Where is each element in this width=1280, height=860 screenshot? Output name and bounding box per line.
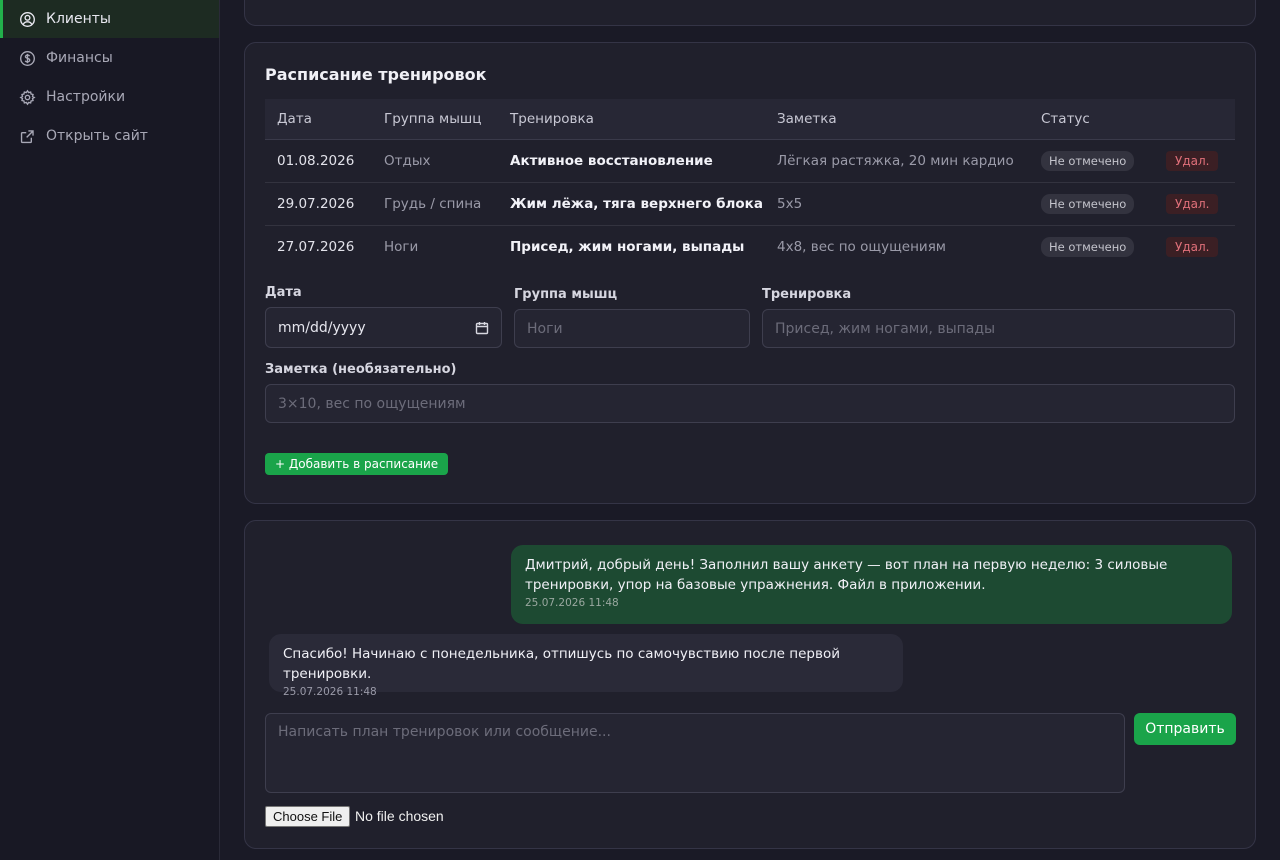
sidebar-item-clients[interactable]: Клиенты (0, 0, 219, 38)
add-to-schedule-button[interactable]: + Добавить в расписание (265, 453, 449, 475)
cell-actions: Удал. (1154, 225, 1235, 268)
schedule-card: Расписание тренировок Дата Группа мышц Т… (244, 42, 1256, 504)
status-badge[interactable]: Не отмечено (1041, 236, 1135, 257)
group-input[interactable] (514, 309, 750, 348)
delete-button[interactable]: Удал. (1166, 193, 1219, 214)
cell-note: 5x5 (765, 182, 1029, 226)
message-time: 25.07.2026 11:48 (525, 597, 619, 609)
message-text: Дмитрий, добрый день! Заполнил вашу анке… (525, 557, 1168, 593)
cell-workout: Присед, жим ногами, выпады (510, 238, 745, 255)
previous-card (244, 0, 1256, 26)
choose-file-button[interactable]: Choose File (265, 806, 351, 827)
cell-group: Отдых (372, 139, 498, 183)
table-header-row: Дата Группа мышц Тренировка Заметка Стат… (265, 99, 1235, 140)
note-label: Заметка (необязательно) (265, 362, 457, 377)
table-row: 29.07.2026 Грудь / спина Жим лёжа, тяга … (265, 182, 1235, 226)
cell-group: Грудь / спина (372, 182, 498, 226)
cell-workout: Жим лёжа, тяга верхнего блока (498, 182, 765, 226)
column-header-note: Заметка (765, 99, 1029, 140)
status-badge[interactable]: Не отмечено (1041, 150, 1135, 171)
message-time: 25.07.2026 11:48 (283, 686, 377, 698)
cell-group: Ноги (384, 238, 419, 255)
message-incoming: Спасибо! Начинаю с понедельника, отпишус… (269, 634, 903, 698)
cell-date: 29.07.2026 (265, 182, 372, 226)
date-label: Дата (265, 285, 302, 300)
table-row: 01.08.2026 Отдых Активное восстановление… (265, 139, 1235, 183)
sidebar-item-settings[interactable]: Настройки (0, 78, 219, 116)
delete-button[interactable]: Удал. (1166, 150, 1219, 171)
schedule-title: Расписание тренировок (265, 65, 487, 84)
sidebar-item-label: Открыть сайт (46, 128, 148, 144)
column-header-status: Статус (1029, 99, 1154, 140)
cell-actions: Удал. (1154, 182, 1235, 226)
column-header-group: Группа мышц (372, 99, 498, 140)
schedule-table: Дата Группа мышц Тренировка Заметка Стат… (265, 99, 1235, 268)
cell-note: 4x8, вес по ощущениям (777, 238, 946, 255)
user-circle-icon (20, 11, 35, 27)
workout-label: Тренировка (762, 287, 852, 302)
cell-status: Не отмечено (1029, 225, 1154, 268)
column-header-date: Дата (265, 99, 372, 140)
calendar-icon[interactable] (475, 321, 489, 335)
table-row: 27.07.2026 Ноги Присед, жим ногами, выпа… (265, 225, 1235, 268)
sidebar-item-label: Настройки (46, 89, 126, 105)
cell-status: Не отмечено (1029, 139, 1154, 183)
cell-note: Лёгкая растяжка, 20 мин кардио (765, 139, 1029, 183)
sidebar: Клиенты Финансы Настройки Открыть сайт (0, 0, 220, 860)
sidebar-item-open-site[interactable]: Открыть сайт (0, 117, 219, 155)
date-input-value: mm/dd/yyyy (278, 319, 366, 336)
send-button[interactable]: Отправить (1134, 713, 1236, 745)
sidebar-item-label: Клиенты (46, 11, 111, 27)
workout-input[interactable] (762, 309, 1235, 348)
message-text: Спасибо! Начинаю с понедельника, отпишус… (283, 646, 840, 682)
chat-card: Дмитрий, добрый день! Заполнил вашу анке… (244, 520, 1256, 849)
cell-workout: Активное восстановление (498, 139, 765, 183)
cell-date: 01.08.2026 (265, 139, 372, 183)
gear-icon (19, 89, 36, 105)
cell-date: 27.07.2026 (277, 238, 355, 255)
status-badge[interactable]: Не отмечено (1041, 193, 1135, 214)
external-link-icon (20, 129, 34, 143)
note-input[interactable] (265, 384, 1235, 423)
message-outgoing: Дмитрий, добрый день! Заполнил вашу анке… (511, 545, 1232, 624)
cell-actions: Удал. (1154, 139, 1235, 183)
date-input[interactable]: mm/dd/yyyy (265, 307, 502, 348)
message-textarea[interactable]: Написать план тренировок или сообщение..… (265, 713, 1125, 793)
column-header-actions (1154, 99, 1235, 140)
delete-button[interactable]: Удал. (1166, 236, 1219, 257)
cell-status: Не отмечено (1029, 182, 1154, 226)
sidebar-item-finance[interactable]: Финансы (0, 39, 219, 77)
sidebar-item-label: Финансы (46, 50, 113, 66)
column-header-workout: Тренировка (498, 99, 765, 140)
dollar-circle-icon (20, 50, 35, 66)
file-status: No file chosen (355, 808, 444, 824)
group-label: Группа мышц (514, 287, 618, 302)
